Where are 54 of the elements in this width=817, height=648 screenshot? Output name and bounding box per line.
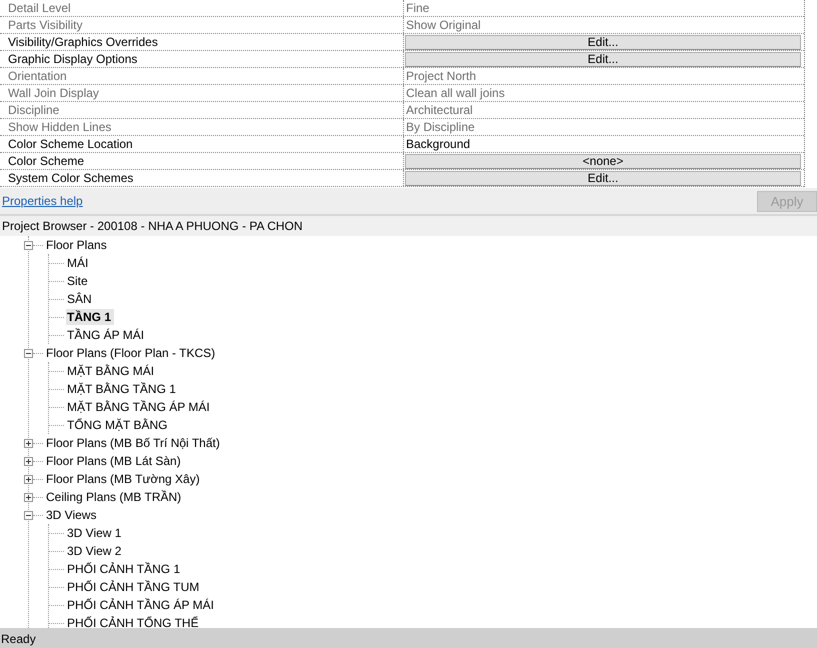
property-label: Wall Join Display: [0, 85, 404, 101]
tree-item[interactable]: 3D View 2: [66, 543, 124, 559]
tree-item[interactable]: TẦNG 1: [66, 309, 114, 325]
property-label: Color Scheme: [0, 153, 404, 169]
edit-button[interactable]: Edit...: [405, 171, 801, 186]
expand-icon[interactable]: [24, 474, 33, 484]
tree-item[interactable]: MẶT BẰNG TẦNG ÁP MÁI: [66, 399, 213, 415]
collapse-icon[interactable]: [24, 240, 33, 250]
property-label: Color Scheme Location: [0, 136, 404, 152]
edit-button[interactable]: Edit...: [405, 52, 801, 67]
property-label: Detail Level: [0, 0, 404, 16]
expand-icon[interactable]: [24, 438, 33, 448]
expand-icon[interactable]: [24, 492, 33, 502]
property-label: Visibility/Graphics Overrides: [0, 34, 404, 50]
edit-button[interactable]: <none>: [405, 154, 801, 169]
property-label: Discipline: [0, 102, 404, 118]
edit-button[interactable]: Edit...: [405, 35, 801, 50]
tree-item[interactable]: PHỐI CẢNH TẦNG ÁP MÁI: [66, 597, 217, 613]
tree-item[interactable]: Floor Plans (Floor Plan - TKCS): [46, 346, 216, 360]
status-text: Ready: [0, 628, 817, 648]
property-value: Project North: [405, 68, 476, 84]
tree-item[interactable]: Floor Plans (MB Tường Xây): [46, 472, 200, 486]
property-label: Show Hidden Lines: [0, 119, 404, 135]
tree-item[interactable]: Site: [66, 273, 91, 289]
property-value: Show Original: [405, 17, 481, 33]
tree-item[interactable]: PHỐI CẢNH TẦNG 1: [66, 561, 184, 577]
tree-item[interactable]: MẶT BẰNG TẦNG 1: [66, 381, 179, 397]
property-value: Background: [405, 136, 470, 152]
tree-item[interactable]: TỔNG MẶT BẰNG: [66, 417, 170, 433]
tree-item[interactable]: 3D Views: [46, 508, 96, 522]
property-value: By Discipline: [405, 119, 475, 135]
tree-item[interactable]: PHỐI CẢNH TỔNG THỂ: [66, 615, 202, 628]
tree-item[interactable]: MẶT BẰNG MÁI: [66, 363, 158, 379]
property-value: Fine: [405, 0, 430, 16]
property-label: Orientation: [0, 68, 404, 84]
tree-item[interactable]: Floor Plans (MB Bố Trí Nội Thất): [46, 436, 220, 450]
tree-item[interactable]: MÁI: [66, 255, 92, 271]
property-value: Architectural: [405, 102, 473, 118]
tree-item[interactable]: Ceiling Plans (MB TRẦN): [46, 490, 182, 504]
tree-item[interactable]: Floor Plans (MB Lát Sàn): [46, 454, 181, 468]
tree-item[interactable]: PHỐI CẢNH TẦNG TUM: [66, 579, 202, 595]
expand-icon[interactable]: [24, 456, 33, 466]
collapse-icon[interactable]: [24, 348, 33, 358]
tree-item[interactable]: TẦNG ÁP MÁI: [66, 327, 148, 343]
property-value: Clean all wall joins: [405, 85, 505, 101]
collapse-icon[interactable]: [24, 510, 33, 520]
tree-item[interactable]: SÂN: [66, 291, 95, 307]
properties-help-link[interactable]: Properties help: [2, 194, 83, 208]
property-label: Graphic Display Options: [0, 51, 404, 67]
panel-title: Project Browser - 200108 - NHA A PHUONG - PA CHON: [0, 216, 817, 236]
tree-item[interactable]: Floor Plans: [46, 238, 107, 252]
property-label: Parts Visibility: [0, 17, 404, 33]
tree-item[interactable]: 3D View 1: [66, 525, 124, 541]
property-label: System Color Schemes: [0, 170, 404, 186]
